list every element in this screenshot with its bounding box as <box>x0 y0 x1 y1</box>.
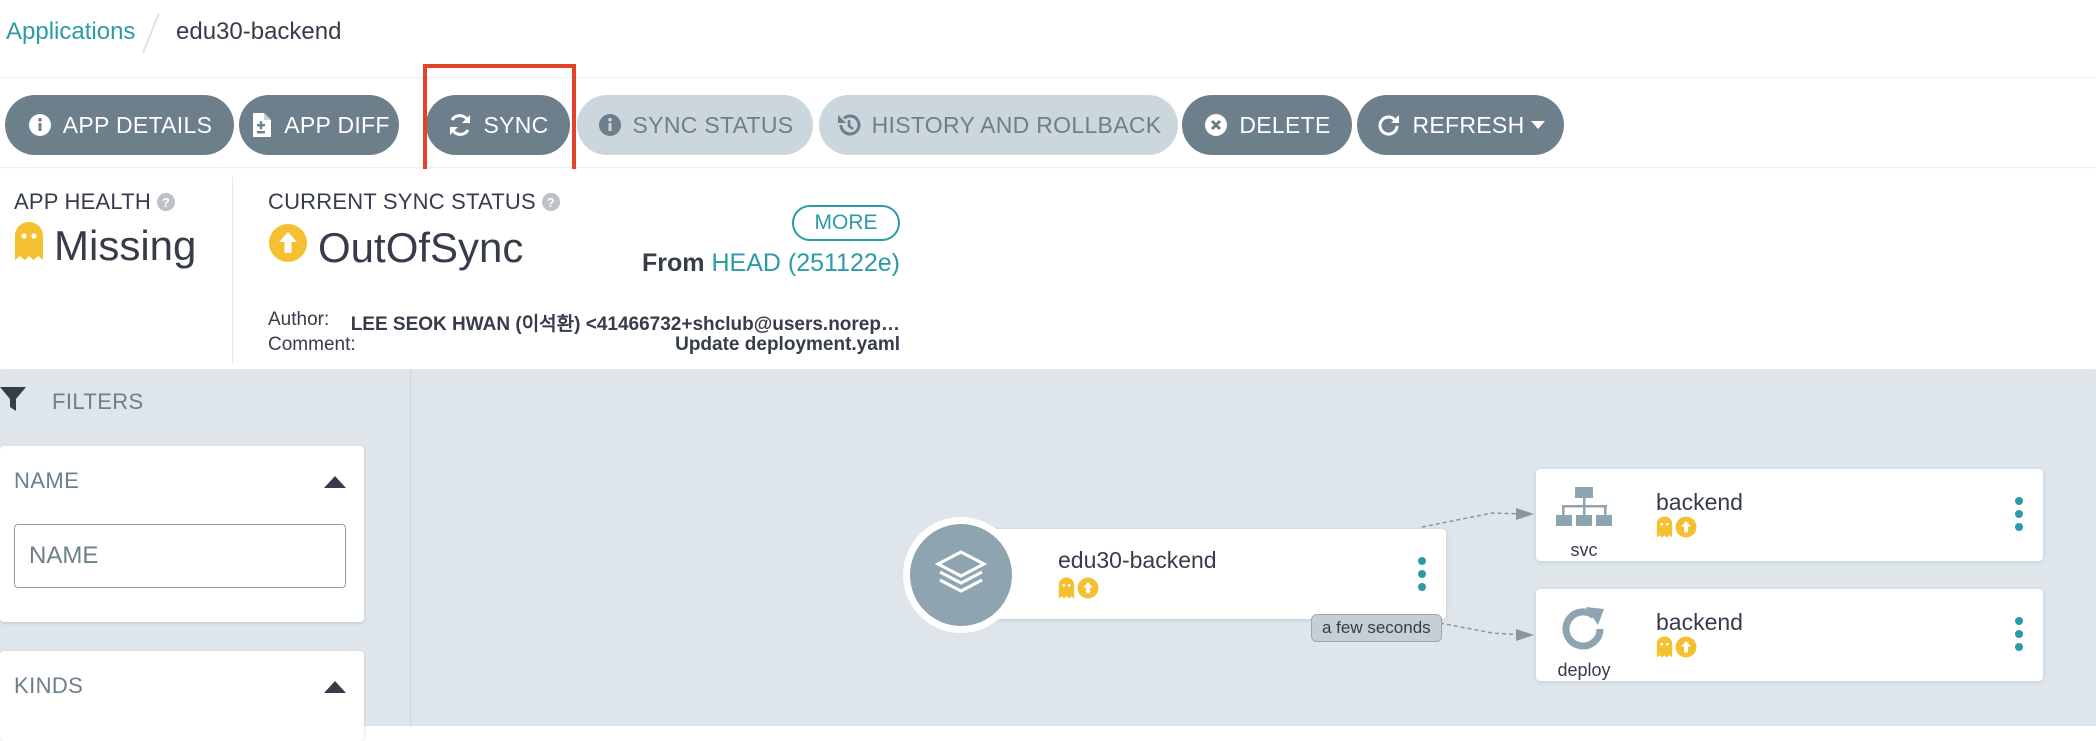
arrow-up-circle-icon <box>1077 577 1099 604</box>
ghost-icon <box>1656 636 1673 663</box>
resource-kind-label: svc <box>1570 540 1598 560</box>
ghost-icon <box>1058 577 1075 604</box>
resource-node-status <box>1656 516 1697 543</box>
sync-icon <box>1560 605 1610 658</box>
resource-node-menu-icon[interactable] <box>2015 617 2023 651</box>
resource-node-status <box>1656 636 1697 663</box>
resource-node-svc[interactable]: svc backend <box>1536 469 2043 561</box>
arrow-up-circle-icon <box>1675 516 1697 543</box>
app-node[interactable]: edu30-backend <box>960 529 1446 619</box>
resource-node-deploy[interactable]: deploy backend <box>1536 589 2043 681</box>
app-node-status <box>1058 577 1099 604</box>
resource-node-menu-icon[interactable] <box>2015 497 2023 531</box>
sitemap-icon <box>1556 487 1612 532</box>
ghost-icon <box>1656 516 1673 543</box>
arrow-up-circle-icon <box>1675 636 1697 663</box>
resource-kind-label: deploy <box>1557 660 1611 680</box>
layers-icon <box>932 544 990 607</box>
resource-node-name: backend <box>1656 609 1743 635</box>
edge-label: a few seconds <box>1311 614 1442 642</box>
app-node-menu-icon[interactable] <box>1418 557 1426 591</box>
app-node-icon <box>903 517 1019 633</box>
resource-node-name: backend <box>1656 489 1743 515</box>
app-node-name: edu30-backend <box>1058 547 1217 573</box>
